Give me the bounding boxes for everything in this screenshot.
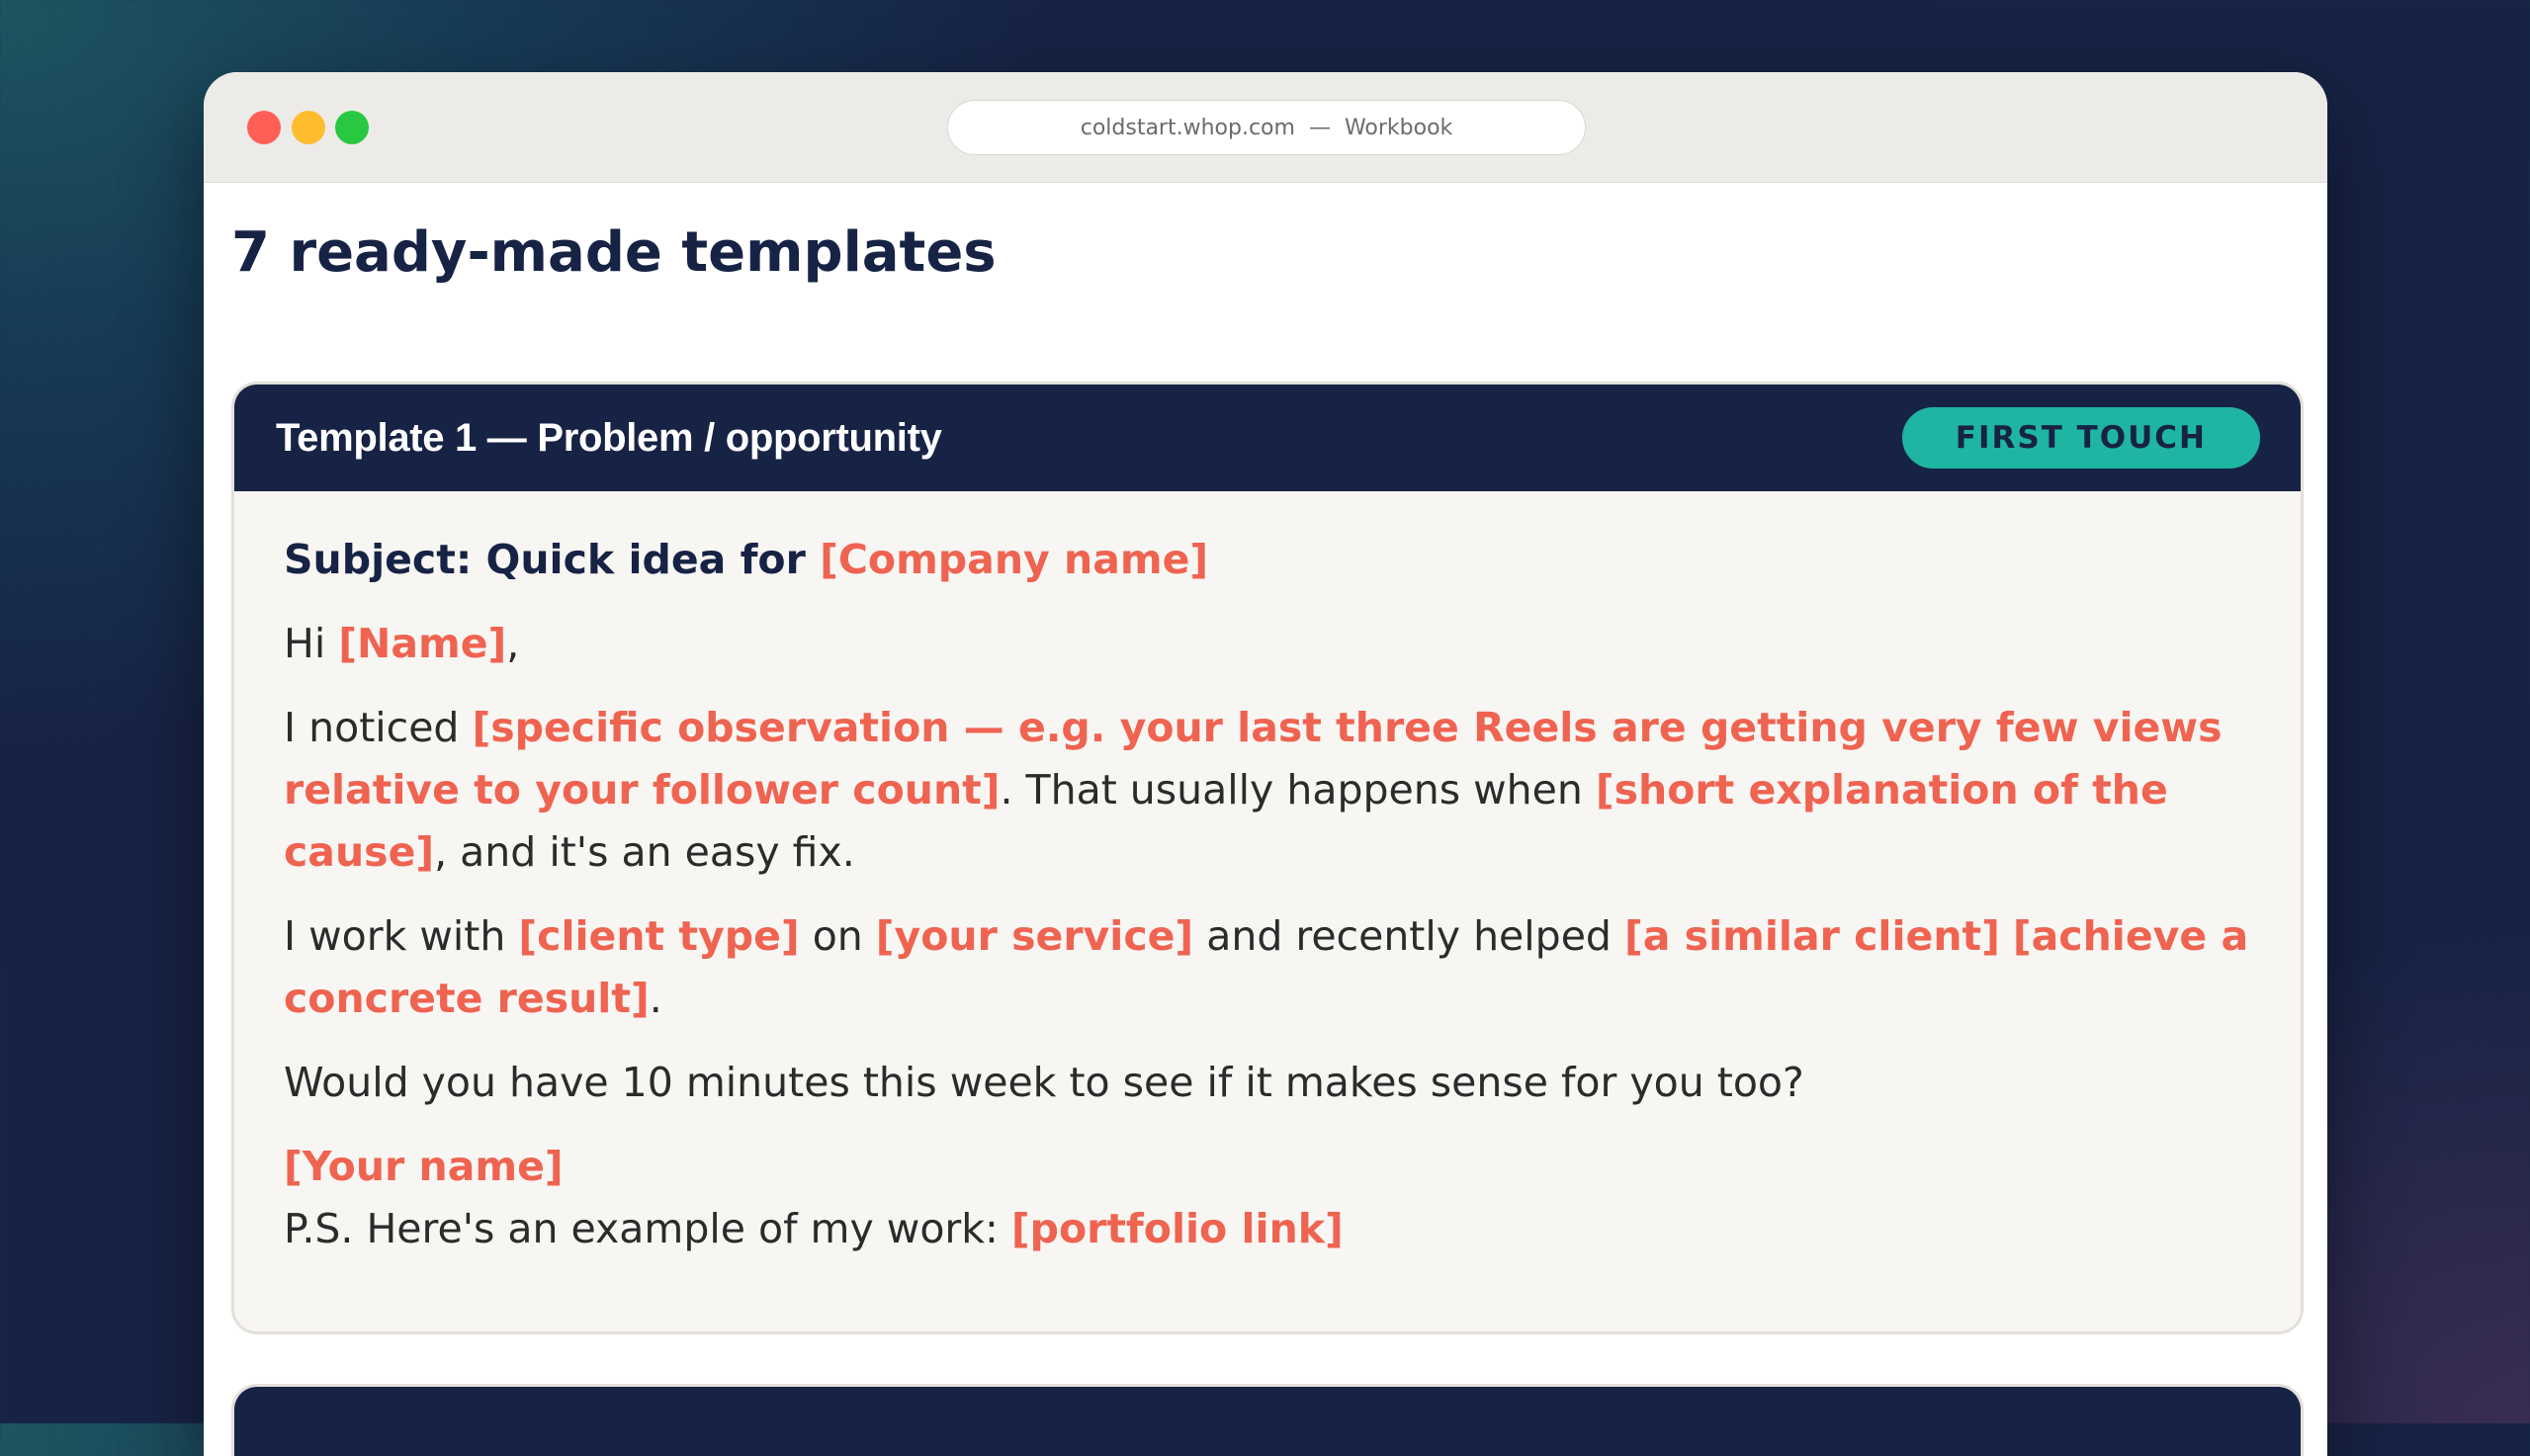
email-greeting: Hi [Name], <box>284 613 2251 675</box>
email-postscript: P.S. Here's an example of my work: [port… <box>284 1198 2251 1260</box>
address-separator: — <box>1308 115 1331 140</box>
template-body: Subject: Quick idea for [Company name] H… <box>234 491 2301 1260</box>
template-badge: FIRST TOUCH <box>1901 407 2260 469</box>
ps-prefix: P.S. Here's an example of my work: <box>284 1205 1011 1252</box>
para2-mid2: and recently helped <box>1193 912 1624 960</box>
para2-prefix: I work with <box>284 912 519 960</box>
greeting-suffix: , <box>506 620 520 667</box>
minimize-window-button[interactable] <box>292 111 325 144</box>
address-bar[interactable]: coldstart.whop.com — Workbook <box>947 100 1586 155</box>
maximize-window-button[interactable] <box>335 111 369 144</box>
browser-titlebar: coldstart.whop.com — Workbook <box>204 72 2327 183</box>
placeholder-your-name: [Your name] <box>284 1143 564 1190</box>
para2-mid3 <box>2000 912 2013 960</box>
email-paragraph-ask: Would you have 10 minutes this week to s… <box>284 1059 1804 1106</box>
address-page-name: Workbook <box>1344 115 1453 140</box>
para1-prefix: I noticed <box>284 704 473 751</box>
template-card-header: Template 1 — Problem / opportunity FIRST… <box>234 385 2301 491</box>
close-window-button[interactable] <box>247 111 281 144</box>
template-card: Template 1 — Problem / opportunity FIRST… <box>231 382 2304 1334</box>
para2-mid1: on <box>799 912 876 960</box>
email-signature: [Your name] <box>284 1136 2251 1198</box>
template-card-next <box>231 1384 2304 1456</box>
template-title: Template 1 — Problem / opportunity <box>276 415 942 460</box>
placeholder-portfolio-link: [portfolio link] <box>1010 1205 1344 1252</box>
email-paragraph-credentials: I work with [client type] on [your servi… <box>284 905 2251 1030</box>
email-paragraph-observation: I noticed [specific observation — e.g. y… <box>284 697 2251 884</box>
para1-middle: . That usually happens when <box>1000 766 1596 814</box>
template-card-header-next <box>234 1387 2301 1456</box>
placeholder-name: [Name] <box>338 620 507 667</box>
email-subject: Subject: Quick idea for [Company name] <box>284 529 2251 591</box>
greeting-prefix: Hi <box>284 620 339 667</box>
para1-suffix: , and it's an easy fix. <box>434 828 855 876</box>
placeholder-company-name: [Company name] <box>820 536 1209 583</box>
subject-prefix: Subject: Quick idea for <box>284 536 821 583</box>
page-title: 7 ready-made templates <box>231 220 997 285</box>
placeholder-client-type: [client type] <box>518 912 800 960</box>
placeholder-similar-client: [a similar client] <box>1623 912 2000 960</box>
para2-suffix: . <box>649 975 662 1022</box>
address-domain: coldstart.whop.com <box>1080 115 1295 140</box>
placeholder-your-service: [your service] <box>875 912 1194 960</box>
browser-window: coldstart.whop.com — Workbook 7 ready-ma… <box>204 72 2327 1456</box>
